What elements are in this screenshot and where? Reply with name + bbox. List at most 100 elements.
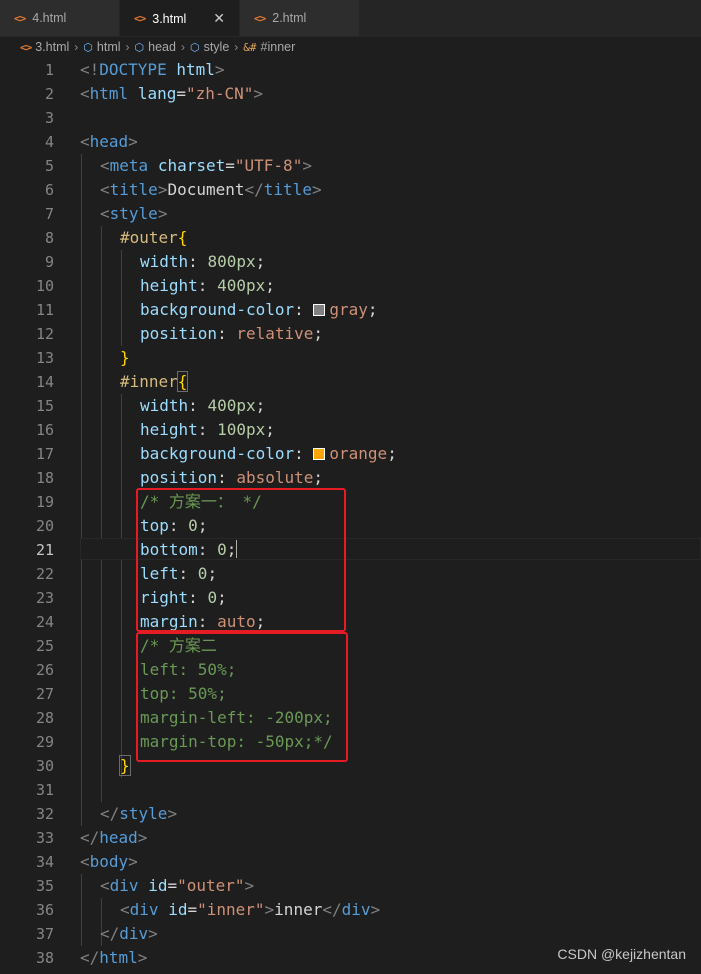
code-line[interactable]: 31 [0, 778, 701, 802]
code-line[interactable]: 29 margin-top: -50px;*/ [0, 730, 701, 754]
token: } [119, 755, 131, 776]
token: ; [313, 324, 324, 343]
code-line[interactable]: 24 margin: auto; [0, 610, 701, 634]
token: < [100, 156, 110, 175]
line-number: 7 [44, 205, 54, 223]
breadcrumb: <> 3.html › ⬡ html › ⬡ head › ⬡ style › … [0, 36, 701, 58]
line-number: 33 [35, 829, 54, 847]
token: < [120, 900, 130, 919]
code-line[interactable]: 27 top: 50%; [0, 682, 701, 706]
token: > [157, 180, 168, 199]
code-line[interactable]: 30 } [0, 754, 701, 778]
code-line[interactable]: 34 <body> [0, 850, 701, 874]
code-line[interactable]: 12 position: relative; [0, 322, 701, 346]
code-line[interactable]: 17 background-color: orange; [0, 442, 701, 466]
code-line[interactable]: 5 <meta charset="UTF-8"> [0, 154, 701, 178]
token: body [89, 852, 129, 871]
tab-3-html[interactable]: <> 3.html ✕ [120, 0, 240, 36]
token: ; [387, 444, 397, 463]
breadcrumb-item-inner[interactable]: &# #inner [243, 40, 295, 54]
code-line[interactable]: 28 margin-left: -200px; [0, 706, 701, 730]
line-number: 38 [35, 949, 54, 967]
color-swatch-orange[interactable] [313, 448, 326, 460]
token: = [176, 84, 186, 103]
token: : [188, 396, 208, 415]
token: background-color [140, 300, 295, 319]
code-line[interactable]: 23 right: 0; [0, 586, 701, 610]
line-number: 26 [35, 661, 54, 679]
tab-2-html[interactable]: <> 2.html [240, 0, 360, 36]
code-line-active[interactable]: 21 bottom: 0; [0, 538, 701, 562]
token: meta [109, 156, 149, 175]
code-line[interactable]: 14 #inner{ [0, 370, 701, 394]
token: </ [322, 900, 342, 919]
chevron-right-icon: › [74, 40, 79, 54]
token: : [294, 300, 314, 319]
token: "outer" [177, 876, 245, 895]
code-line[interactable]: 33 </head> [0, 826, 701, 850]
token: > [264, 900, 275, 919]
token: style [119, 804, 168, 823]
code-line[interactable]: 32 </style> [0, 802, 701, 826]
breadcrumb-item-style[interactable]: ⬡ style [190, 40, 229, 54]
code-line[interactable]: 35 <div id="outer"> [0, 874, 701, 898]
token: div [119, 924, 149, 943]
breadcrumb-label: head [148, 40, 176, 54]
code-editor[interactable]: 1 <!DOCTYPE html> 2 <html lang="zh-CN"> … [0, 58, 701, 974]
code-line[interactable]: 3 [0, 106, 701, 130]
code-line[interactable]: 10 height: 400px; [0, 274, 701, 298]
code-line[interactable]: 7 <style> [0, 202, 701, 226]
code-line[interactable]: 26 left: 50%; [0, 658, 701, 682]
line-number: 24 [35, 613, 54, 631]
token: = [167, 876, 178, 895]
token: inner [274, 900, 323, 919]
breadcrumb-item-file[interactable]: <> 3.html [20, 40, 69, 54]
code-line[interactable]: 13 } [0, 346, 701, 370]
token: <! [80, 60, 100, 79]
code-line[interactable]: 1 <!DOCTYPE html> [0, 58, 701, 82]
token: absolute [236, 468, 314, 487]
code-line[interactable]: 37 </div> [0, 922, 701, 946]
code-line[interactable]: 18 position: absolute; [0, 466, 701, 490]
token: : [294, 444, 314, 463]
token: > [214, 60, 225, 79]
code-line[interactable]: 25 /* 方案二 [0, 634, 701, 658]
code-line[interactable]: 19 /* 方案一： */ [0, 490, 701, 514]
code-line[interactable]: 2 <html lang="zh-CN"> [0, 82, 701, 106]
code-line[interactable]: 8 #outer{ [0, 226, 701, 250]
breadcrumb-item-html[interactable]: ⬡ html [83, 40, 120, 54]
close-icon[interactable]: ✕ [213, 10, 225, 27]
tab-4-html[interactable]: <> 4.html [0, 0, 120, 36]
token: position [140, 324, 218, 343]
element-cube-icon: ⬡ [134, 41, 145, 54]
code-line[interactable]: 11 background-color: gray; [0, 298, 701, 322]
line-number: 10 [35, 277, 54, 295]
editor-tab-bar: <> 4.html <> 3.html ✕ <> 2.html [0, 0, 701, 37]
token: ; [265, 420, 275, 439]
code-line[interactable]: 36 <div id="inner">inner</div> [0, 898, 701, 922]
token: #outer [120, 228, 178, 247]
code-line[interactable]: 4 <head> [0, 130, 701, 154]
line-number: 9 [44, 253, 54, 271]
line-number: 17 [35, 445, 54, 463]
line-number: 28 [35, 709, 54, 727]
token: ; [255, 252, 266, 271]
code-line[interactable]: 15 width: 400px; [0, 394, 701, 418]
code-line[interactable]: 20 top: 0; [0, 514, 701, 538]
code-line[interactable]: 9 width: 800px; [0, 250, 701, 274]
token: : [197, 420, 218, 439]
code-line[interactable]: 6 <title>Document</title> [0, 178, 701, 202]
color-swatch-gray[interactable] [313, 304, 326, 316]
token: > [137, 828, 148, 847]
tab-label: 3.html [152, 11, 187, 26]
breadcrumb-item-head[interactable]: ⬡ head [135, 40, 176, 54]
code-line[interactable]: 16 height: 100px; [0, 418, 701, 442]
token: lang [137, 84, 177, 103]
chevron-right-icon: › [180, 40, 185, 54]
code-line[interactable]: 22 left: 0; [0, 562, 701, 586]
token: div [341, 900, 371, 919]
token: background-color [140, 444, 295, 463]
